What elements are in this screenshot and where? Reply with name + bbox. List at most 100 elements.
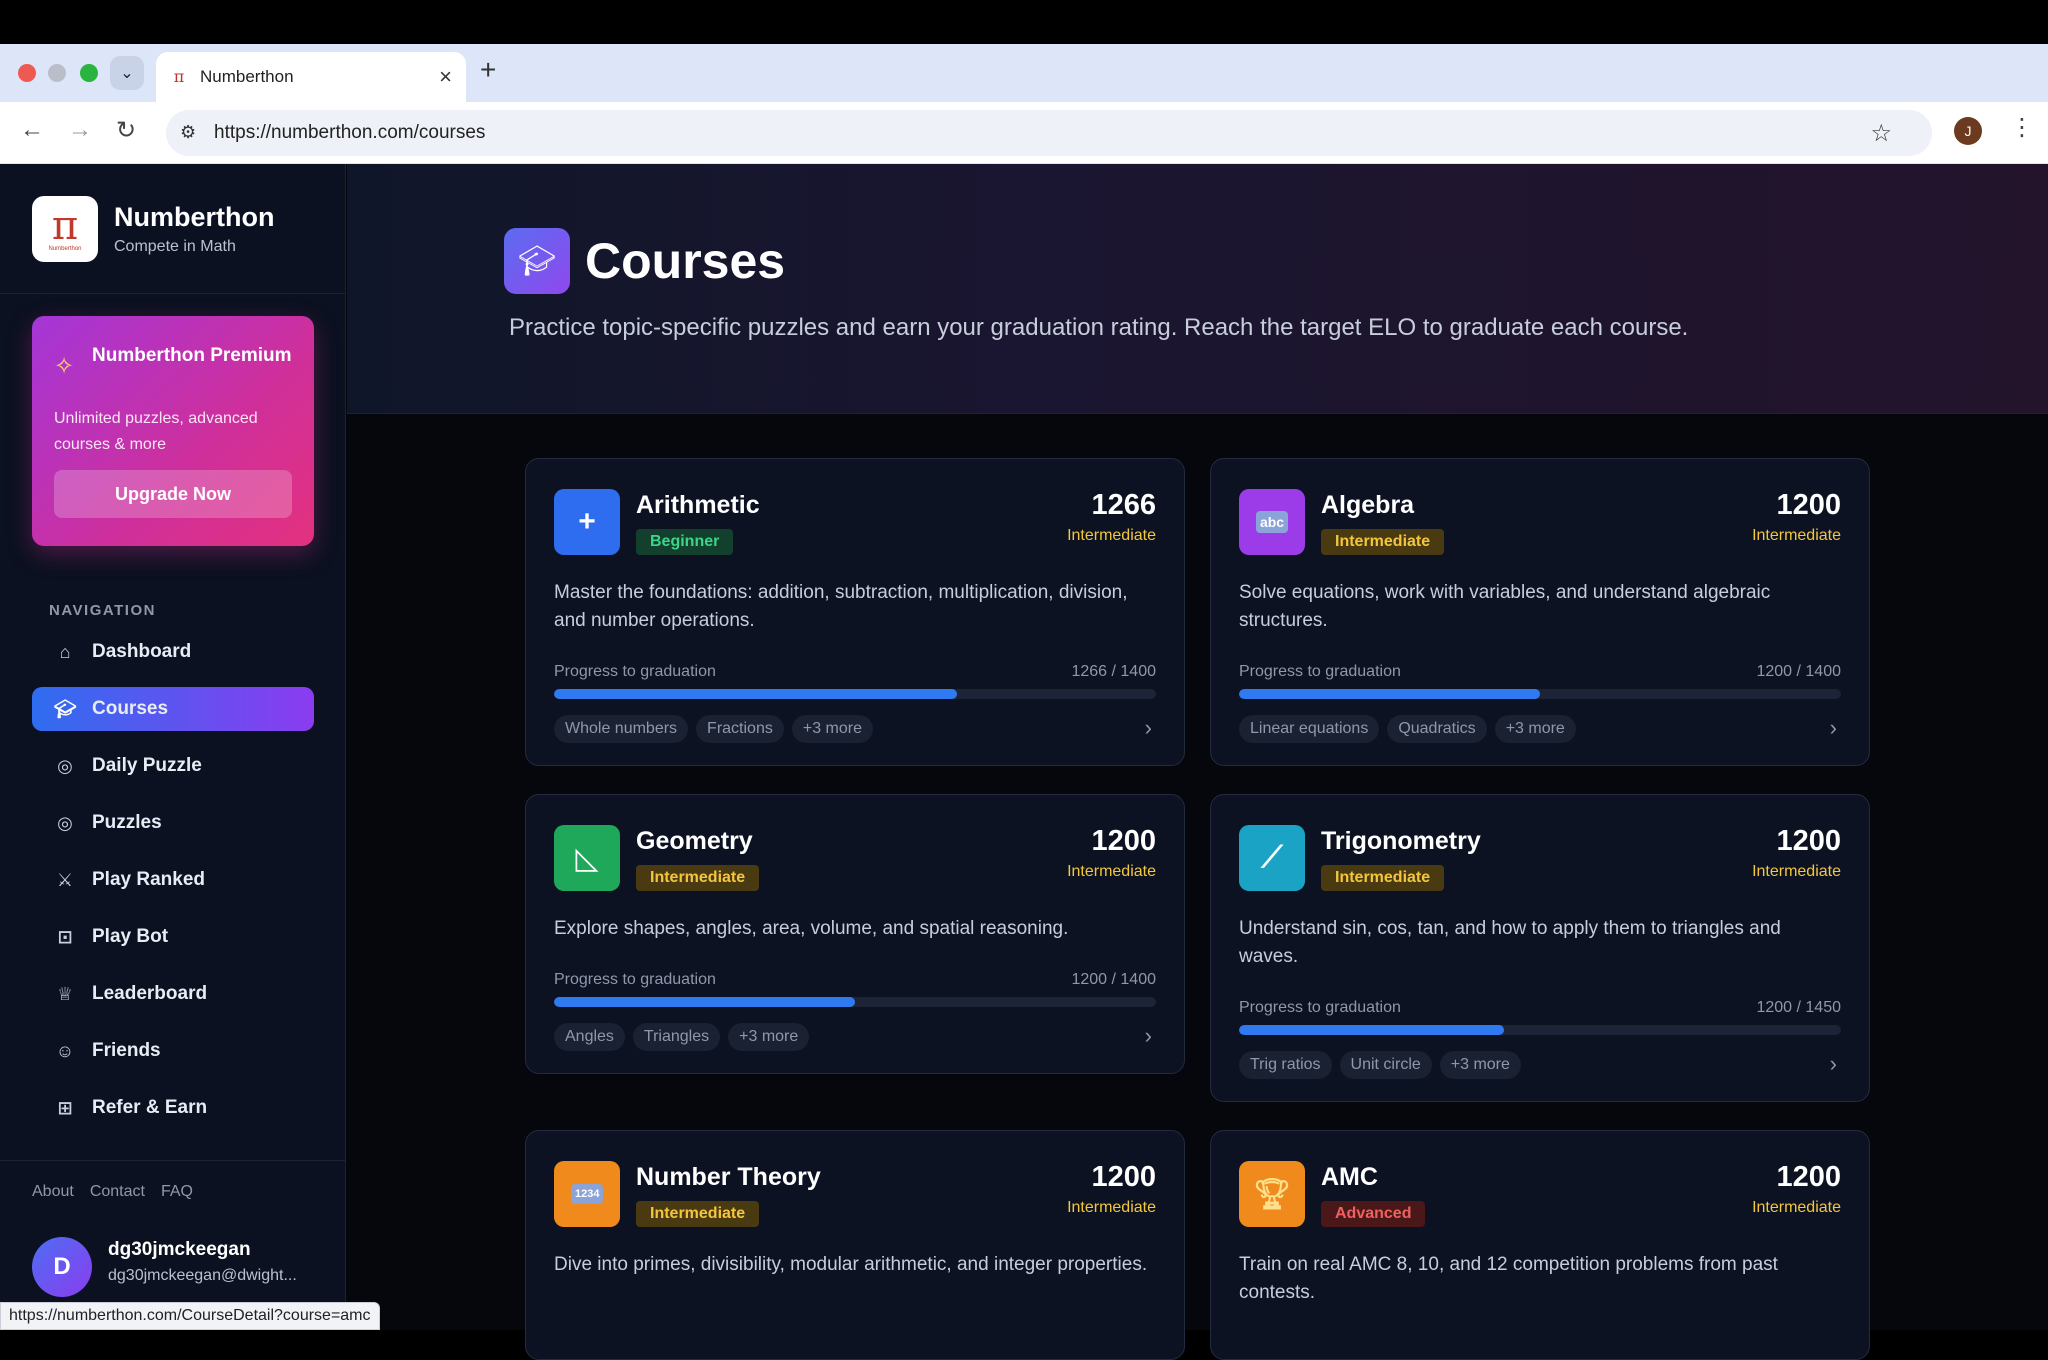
url-text: https://numberthon.com/courses — [214, 122, 486, 143]
course-card-trigonometry[interactable]: ⟋ Trigonometry Intermediate 1200 Interme… — [1210, 794, 1870, 1102]
course-rating: 1200 — [1776, 825, 1841, 857]
progress-value: 1266 / 1400 — [1071, 663, 1156, 680]
nav-item-play-ranked[interactable]: ⚔ Play Ranked — [32, 858, 314, 902]
course-rating: 1266 — [1091, 489, 1156, 521]
nav-item-friends[interactable]: ☺ Friends — [32, 1029, 314, 1073]
nav-label: Daily Puzzle — [92, 755, 202, 776]
nav-item-daily-puzzle[interactable]: ◎ Daily Puzzle — [32, 744, 314, 788]
nav-label: Play Ranked — [92, 869, 205, 890]
app: π Numberthon Numberthon Compete in Math … — [0, 164, 2048, 1360]
topic-tags: Whole numbers Fractions +3 more — [554, 715, 873, 743]
tab-search-button[interactable]: ⌄ — [110, 56, 144, 90]
course-card-arithmetic[interactable]: + Arithmetic Beginner 1266 Intermediate … — [525, 458, 1185, 766]
progress-fill — [554, 997, 855, 1007]
nav-item-courses[interactable]: 🎓︎ Courses — [32, 687, 314, 731]
progress-fill — [1239, 1025, 1504, 1035]
nav-label: Dashboard — [92, 641, 192, 662]
brand-header: π Numberthon Numberthon Compete in Math — [0, 164, 345, 294]
rating-tier: Intermediate — [1067, 527, 1156, 544]
swords-icon: ⚔ — [56, 869, 74, 890]
sidebar-footer: About Contact FAQ D dg30jmckeegan dg30jm… — [0, 1160, 346, 1297]
graduation-cap-icon: 🎓︎ — [53, 698, 77, 719]
progress-value: 1200 / 1450 — [1756, 999, 1841, 1016]
course-rating: 1200 — [1091, 1161, 1156, 1193]
nav-label: Refer & Earn — [92, 1097, 208, 1118]
plus-icon: + — [554, 489, 620, 555]
course-description: Train on real AMC 8, 10, and 12 competit… — [1239, 1254, 1778, 1303]
course-card-geometry[interactable]: ◺ Geometry Intermediate 1200 Intermediat… — [525, 794, 1185, 1074]
topic-tags: Linear equations Quadratics +3 more — [1239, 715, 1576, 743]
abc-icon: abc — [1239, 489, 1305, 555]
course-rating: 1200 — [1776, 1161, 1841, 1193]
home-icon: ⌂ — [59, 641, 71, 662]
screen-top-bar — [0, 0, 2048, 44]
numbers-icon-text: 1234 — [571, 1184, 603, 1204]
reload-icon[interactable]: ↻ — [116, 116, 136, 145]
gift-icon: ⊞ — [57, 1097, 73, 1118]
nav-label: Leaderboard — [92, 983, 208, 1004]
topic-tag: Angles — [554, 1023, 625, 1051]
chevron-right-icon[interactable]: › — [1830, 1051, 1837, 1077]
course-description: Understand sin, cos, tan, and how to app… — [1239, 918, 1781, 967]
users-icon: ☺ — [55, 1040, 75, 1061]
topic-tag: Triangles — [632, 1023, 721, 1051]
nav-item-leaderboard[interactable]: ♕ Leaderboard — [32, 972, 314, 1016]
more-tags: +3 more — [791, 715, 873, 743]
about-link[interactable]: About — [32, 1183, 74, 1201]
course-title: Geometry — [636, 827, 753, 855]
address-bar[interactable]: ⚙ https://numberthon.com/courses ☆ — [166, 110, 1932, 156]
bookmark-star-icon[interactable]: ☆ — [1870, 119, 1892, 148]
chevron-right-icon[interactable]: › — [1830, 715, 1837, 741]
sidebar: π Numberthon Numberthon Compete in Math … — [0, 164, 346, 1330]
page-title: Courses — [585, 233, 786, 289]
level-badge: Intermediate — [636, 1201, 760, 1227]
close-window-button[interactable] — [18, 64, 36, 82]
nav-item-play-bot[interactable]: ⊡ Play Bot — [32, 915, 314, 959]
more-tags: +3 more — [1439, 1051, 1521, 1079]
pi-logo-icon: π — [51, 203, 79, 249]
main-content: 🎓︎ Courses Practice topic-specific puzzl… — [347, 164, 2048, 1360]
chevron-right-icon[interactable]: › — [1145, 1023, 1152, 1049]
new-tab-button[interactable]: + — [480, 54, 496, 86]
progress-bar — [554, 689, 1156, 699]
brand-name[interactable]: Numberthon — [114, 202, 274, 233]
progress-label: Progress to graduation — [554, 663, 716, 680]
link-status-bar: https://numberthon.com/CourseDetail?cour… — [0, 1302, 380, 1330]
close-tab-icon[interactable]: × — [439, 64, 452, 90]
forward-icon[interactable]: → — [68, 116, 92, 144]
course-title: AMC — [1321, 1163, 1378, 1191]
brand-logo[interactable]: π Numberthon — [32, 196, 98, 262]
course-card-algebra[interactable]: abc Algebra Intermediate 1200 Intermedia… — [1210, 458, 1870, 766]
profile-avatar[interactable]: J — [1954, 117, 1982, 145]
course-description: Dive into primes, divisibility, modular … — [554, 1254, 1148, 1275]
faq-link[interactable]: FAQ — [161, 1183, 193, 1201]
target-icon: ◎ — [57, 812, 73, 833]
progress-value: 1200 / 1400 — [1071, 971, 1156, 988]
nav-item-puzzles[interactable]: ◎ Puzzles — [32, 801, 314, 845]
minimize-window-button[interactable] — [48, 64, 66, 82]
nav-item-dashboard[interactable]: ⌂ Dashboard — [32, 630, 314, 674]
back-icon[interactable]: ← — [20, 116, 44, 144]
maximize-window-button[interactable] — [80, 64, 98, 82]
contact-link[interactable]: Contact — [90, 1183, 145, 1201]
site-settings-icon[interactable]: ⚙ — [180, 122, 196, 143]
browser-menu-icon[interactable]: ⋮ — [2010, 113, 2034, 142]
user-avatar[interactable]: D — [32, 1237, 92, 1297]
course-card-number-theory[interactable]: 1234 Number Theory Intermediate 1200 Int… — [525, 1130, 1185, 1360]
nav-label: Puzzles — [92, 812, 162, 833]
rating-tier: Intermediate — [1752, 527, 1841, 544]
browser-tab[interactable]: π Numberthon × — [156, 52, 466, 102]
progress-label: Progress to graduation — [1239, 999, 1401, 1016]
course-description: Solve equations, work with variables, an… — [1239, 582, 1771, 631]
course-rating: 1200 — [1776, 489, 1841, 521]
progress-value: 1200 / 1400 — [1756, 663, 1841, 680]
nav-item-refer-earn[interactable]: ⊞ Refer & Earn — [32, 1086, 314, 1130]
chevron-right-icon[interactable]: › — [1145, 715, 1152, 741]
upgrade-button[interactable]: Upgrade Now — [54, 470, 292, 518]
progress-bar — [1239, 1025, 1841, 1035]
course-card-amc[interactable]: 🏆︎ AMC Advanced 1200 Intermediate Train … — [1210, 1130, 1870, 1360]
course-title: Arithmetic — [636, 491, 760, 519]
rating-tier: Intermediate — [1067, 1199, 1156, 1216]
progress-bar — [554, 997, 1156, 1007]
user-name[interactable]: dg30jmckeegan — [108, 1239, 251, 1261]
